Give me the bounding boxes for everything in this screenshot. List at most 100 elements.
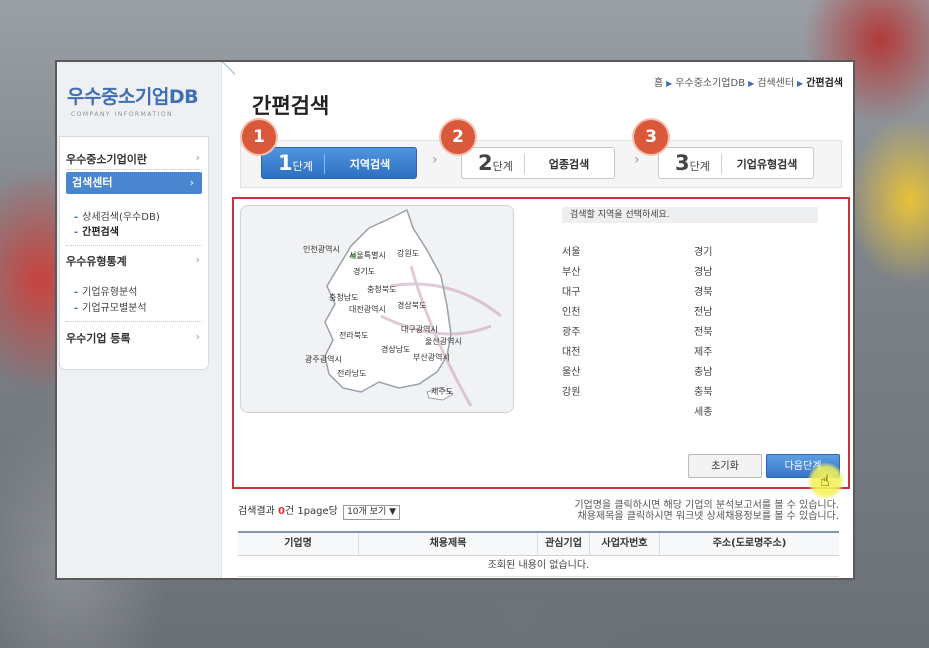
region-option[interactable]: 서울 bbox=[562, 243, 580, 258]
map-label[interactable]: 경상북도 bbox=[397, 300, 426, 311]
step-2-industry-search[interactable]: 2단계 업종검색 bbox=[461, 147, 615, 179]
step-1-region-search[interactable]: 1단계 지역검색 bbox=[261, 147, 417, 179]
sidebar-item-label: 검색센터 bbox=[72, 176, 113, 189]
map-label[interactable]: 충청북도 bbox=[367, 284, 396, 295]
breadcrumb-current: 간편검색 bbox=[806, 78, 843, 89]
sidebar-subitem-size-analysis[interactable]: - 기업규모별분석 bbox=[74, 299, 147, 314]
chevron-right-icon: › bbox=[195, 151, 200, 164]
region-option[interactable]: 부산 bbox=[562, 263, 580, 278]
breadcrumb-center[interactable]: 검색센터 bbox=[757, 78, 794, 89]
chevron-right-icon: › bbox=[195, 253, 200, 266]
notice-text: 기업명을 클릭하시면 해당 기업의 분석보고서를 볼 수 있습니다. 채용제목을… bbox=[574, 500, 839, 522]
korea-map[interactable]: 인천광역시 서울특별시 강원도 경기도 충청북도 충청남도 경상북도 대전광역시… bbox=[240, 205, 514, 413]
step-3-type-search[interactable]: 3단계 기업유형검색 bbox=[658, 147, 814, 179]
side-menu: 우수중소기업이란 › 검색센터 › - 상세검색(우수DB) - 간편검색 우수유형통계… bbox=[59, 136, 209, 370]
chevron-right-icon: › bbox=[189, 176, 194, 189]
hand-cursor-icon: ☝ bbox=[820, 471, 830, 490]
map-label[interactable]: 강원도 bbox=[397, 248, 419, 259]
sidebar-subitem-detail-search[interactable]: - 상세검색(우수DB) bbox=[74, 208, 160, 223]
logo[interactable]: 우수중소기업DB bbox=[67, 82, 199, 109]
sidebar-subitem-simple-search[interactable]: - 간편검색 bbox=[74, 223, 119, 238]
map-label[interactable]: 광주광역시 bbox=[305, 354, 342, 365]
reset-button[interactable]: 초기화 bbox=[688, 454, 762, 478]
region-option[interactable]: 대전 bbox=[562, 343, 580, 358]
region-option[interactable]: 인천 bbox=[562, 303, 580, 318]
region-option[interactable]: 제주 bbox=[694, 343, 712, 358]
breadcrumb: 홈 ▶ 우수중소기업DB ▶ 검색센터 ▶ 간편검색 bbox=[654, 74, 843, 89]
per-page-select[interactable]: 10개 보기 ▼ bbox=[343, 505, 401, 520]
chevron-right-icon: › bbox=[432, 152, 438, 168]
page-title: 간편검색 bbox=[252, 94, 330, 118]
step-badge-2: 2 bbox=[441, 120, 475, 154]
region-option[interactable]: 경남 bbox=[694, 263, 712, 278]
map-label[interactable]: 경기도 bbox=[353, 266, 375, 277]
bullet-icon: - bbox=[74, 212, 79, 223]
bullet-icon: - bbox=[74, 287, 79, 298]
region-option[interactable]: 전북 bbox=[694, 323, 712, 338]
map-label[interactable]: 부산광역시 bbox=[413, 352, 450, 363]
step-bar: 1단계 지역검색 2단계 업종검색 3단계 기업유형검색 bbox=[240, 140, 842, 188]
region-option[interactable]: 충남 bbox=[694, 363, 712, 378]
region-option[interactable]: 광주 bbox=[562, 323, 580, 338]
region-option[interactable]: 강원 bbox=[562, 383, 580, 398]
breadcrumb-arrow-icon: ▶ bbox=[666, 79, 673, 88]
sidebar-item-label: 우수중소기업이란 bbox=[66, 153, 147, 166]
region-option[interactable]: 경기 bbox=[694, 243, 712, 258]
sidebar-subitem-type-analysis[interactable]: - 기업유형분석 bbox=[74, 283, 137, 298]
corner-decoration bbox=[222, 62, 249, 75]
region-option[interactable]: 세종 bbox=[694, 403, 712, 418]
step-badge-3: 3 bbox=[634, 120, 668, 154]
map-label[interactable]: 인천광역시 bbox=[303, 244, 340, 255]
breadcrumb-db[interactable]: 우수중소기업DB bbox=[675, 78, 745, 89]
region-option[interactable]: 대구 bbox=[562, 283, 580, 298]
step-number: 2단계 bbox=[478, 151, 513, 175]
map-label[interactable]: 서울특별시 bbox=[349, 250, 386, 261]
step-badge-1: 1 bbox=[242, 120, 276, 154]
map-label[interactable]: 울산광역시 bbox=[425, 336, 462, 347]
region-search-panel: 인천광역시 서울특별시 강원도 경기도 충청북도 충청남도 경상북도 대전광역시… bbox=[232, 197, 850, 499]
table-row: 조회된 내용이 없습니다. bbox=[238, 556, 839, 577]
sidebar: 우수중소기업DB COMPANY INFORMATION 우수중소기업이란 › 검… bbox=[57, 62, 222, 578]
region-option[interactable]: 전남 bbox=[694, 303, 712, 318]
results-table: 기업명 채용제목 관심기업 사업자번호 주소(도로명주소) 조회된 내용이 없습… bbox=[238, 531, 839, 577]
map-label[interactable]: 전라남도 bbox=[337, 368, 366, 379]
step-number: 3단계 bbox=[675, 151, 710, 175]
column-header: 관심기업 bbox=[538, 533, 590, 555]
table-header: 기업명 채용제목 관심기업 사업자번호 주소(도로명주소) bbox=[238, 533, 839, 556]
sidebar-item-register[interactable]: 우수기업 등록 › bbox=[66, 330, 202, 346]
bullet-icon: - bbox=[74, 303, 79, 314]
chevron-right-icon: › bbox=[195, 330, 200, 343]
region-option[interactable]: 충북 bbox=[694, 383, 712, 398]
sidebar-item-stats[interactable]: 우수유형통계 › bbox=[66, 253, 202, 269]
region-option[interactable]: 울산 bbox=[562, 363, 580, 378]
map-label[interactable]: 경상남도 bbox=[381, 344, 410, 355]
sidebar-item-search-center[interactable]: 검색센터 › bbox=[66, 172, 202, 194]
chevron-right-icon: › bbox=[634, 152, 640, 168]
column-header: 주소(도로명주소) bbox=[712, 538, 787, 549]
sidebar-item-label: 우수기업 등록 bbox=[66, 332, 131, 345]
menu-divider bbox=[66, 321, 202, 322]
region-option[interactable]: 경북 bbox=[694, 283, 712, 298]
menu-divider bbox=[66, 245, 202, 246]
breadcrumb-arrow-icon: ▶ bbox=[748, 79, 755, 88]
menu-divider bbox=[66, 169, 202, 170]
breadcrumb-home[interactable]: 홈 bbox=[654, 78, 663, 89]
map-label[interactable]: 대전광역시 bbox=[349, 304, 386, 315]
map-label[interactable]: 충청남도 bbox=[329, 292, 358, 303]
step-label: 지역검색 bbox=[349, 158, 391, 171]
column-header: 기업명 bbox=[238, 533, 359, 555]
result-count: 0 bbox=[278, 506, 285, 517]
step-number: 1단계 bbox=[278, 151, 313, 175]
sidebar-item-label: 우수유형통계 bbox=[66, 255, 127, 268]
instruction-text: 검색할 지역을 선택하세요. bbox=[562, 207, 818, 223]
step-label: 기업유형검색 bbox=[736, 158, 798, 171]
map-label[interactable]: 제주도 bbox=[431, 386, 453, 397]
breadcrumb-arrow-icon: ▶ bbox=[797, 79, 804, 88]
column-header: 채용제목 bbox=[359, 533, 538, 555]
browser-window: 우수중소기업DB COMPANY INFORMATION 우수중소기업이란 › 검… bbox=[55, 60, 855, 580]
map-label[interactable]: 전라북도 bbox=[339, 330, 368, 341]
map-label[interactable]: 대구광역시 bbox=[401, 324, 438, 335]
sidebar-item-about[interactable]: 우수중소기업이란 › bbox=[66, 151, 202, 167]
bullet-icon: - bbox=[74, 227, 79, 238]
logo-subtitle: COMPANY INFORMATION bbox=[71, 111, 174, 118]
